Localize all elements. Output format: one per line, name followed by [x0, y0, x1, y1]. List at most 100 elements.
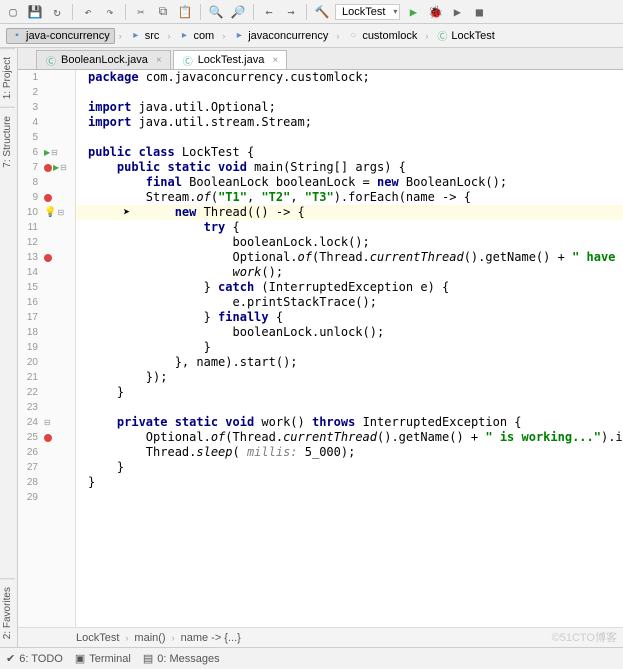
replace-icon[interactable]: 🔎	[229, 3, 247, 21]
gutter-line[interactable]: 29	[18, 490, 75, 505]
gutter-line[interactable]: 21	[18, 370, 75, 385]
fold-icon[interactable]: ⊟	[57, 208, 64, 217]
terminal-tool[interactable]: ▣Terminal	[75, 652, 131, 665]
gutter-line[interactable]: 3	[18, 100, 75, 115]
code-line[interactable]: }	[76, 460, 623, 475]
run-icon[interactable]: ▶	[404, 3, 422, 21]
breadcrumb-java-concurrency[interactable]: ▪java-concurrency	[6, 28, 115, 44]
code-line[interactable]: } catch (InterruptedException e) {	[76, 280, 623, 295]
code-line[interactable]	[76, 400, 623, 415]
find-icon[interactable]: 🔍	[207, 3, 225, 21]
side-tab-project[interactable]: 1: Project	[0, 48, 15, 107]
save-icon[interactable]: 💾	[26, 3, 44, 21]
code-line[interactable]	[76, 130, 623, 145]
forward-icon[interactable]: →	[282, 3, 300, 21]
gutter[interactable]: 123456▶⊟7▶⊟8910💡⊟11121314151617181920212…	[18, 70, 76, 627]
code-line[interactable]: e.printStackTrace();	[76, 295, 623, 310]
gutter-line[interactable]: 28	[18, 475, 75, 490]
code-line[interactable]: package com.javaconcurrency.customlock;	[76, 70, 623, 85]
run-gutter-icon[interactable]: ▶	[53, 163, 59, 172]
redo-icon[interactable]: ↷	[101, 3, 119, 21]
gutter-line[interactable]: 22	[18, 385, 75, 400]
code-line[interactable]: public class LockTest {	[76, 145, 623, 160]
gutter-line[interactable]: 11	[18, 220, 75, 235]
code-line[interactable]: } finally {	[76, 310, 623, 325]
crumb-method[interactable]: main()	[134, 632, 165, 644]
breadcrumb-locktest[interactable]: ⒸLockTest	[432, 29, 498, 43]
code-line[interactable]: }	[76, 385, 623, 400]
gutter-line[interactable]: 25	[18, 430, 75, 445]
breadcrumb-com[interactable]: ▸com	[174, 29, 218, 43]
code-line[interactable]: Thread.sleep( millis: 5_000);	[76, 445, 623, 460]
code-line[interactable]: public static void main(String[] args) {	[76, 160, 623, 175]
code-line[interactable]: booleanLock.unlock();	[76, 325, 623, 340]
gutter-line[interactable]: 16	[18, 295, 75, 310]
copy-icon[interactable]: ⧉	[154, 3, 172, 21]
paste-icon[interactable]: 📋	[176, 3, 194, 21]
close-icon[interactable]: ×	[272, 55, 278, 66]
gutter-line[interactable]: 18	[18, 325, 75, 340]
code-line[interactable]: private static void work() throws Interr…	[76, 415, 623, 430]
debug-icon[interactable]: 🐞	[426, 3, 444, 21]
gutter-line[interactable]: 8	[18, 175, 75, 190]
gutter-line[interactable]: 13	[18, 250, 75, 265]
gutter-line[interactable]: 27	[18, 460, 75, 475]
code-line[interactable]: new Thread(() -> {	[76, 205, 623, 220]
gutter-line[interactable]: 7▶⊟	[18, 160, 75, 175]
crumb-class[interactable]: LockTest	[76, 632, 119, 644]
gutter-line[interactable]: 17	[18, 310, 75, 325]
code-line[interactable]: work();	[76, 265, 623, 280]
code-line[interactable]: Optional.of(Thread.currentThread().getNa…	[76, 430, 623, 445]
editor-tab-locktest-java[interactable]: ⒸLockTest.java×	[173, 50, 288, 69]
gutter-line[interactable]: 4	[18, 115, 75, 130]
breakpoint-icon[interactable]	[44, 254, 52, 262]
code-line[interactable]: });	[76, 370, 623, 385]
breakpoint-icon[interactable]	[44, 164, 52, 172]
side-tab-favorites[interactable]: 2: Favorites	[0, 578, 15, 647]
run-config-selector[interactable]: LockTest	[335, 4, 400, 20]
code-line[interactable]: }	[76, 475, 623, 490]
gutter-line[interactable]: 24⊟	[18, 415, 75, 430]
gutter-line[interactable]: 1	[18, 70, 75, 85]
code-line[interactable]	[76, 490, 623, 505]
gutter-line[interactable]: 6▶⊟	[18, 145, 75, 160]
gutter-line[interactable]: 26	[18, 445, 75, 460]
close-icon[interactable]: ×	[156, 55, 162, 66]
breadcrumb-javaconcurrency[interactable]: ▸javaconcurrency	[229, 29, 332, 43]
code-line[interactable]: import java.util.Optional;	[76, 100, 623, 115]
bulb-icon[interactable]: 💡	[44, 207, 56, 218]
code-line[interactable]: Stream.of("T1", "T2", "T3").forEach(name…	[76, 190, 623, 205]
breadcrumb-src[interactable]: ▸src	[126, 29, 164, 43]
side-tab-structure[interactable]: 7: Structure	[0, 107, 15, 176]
code-line[interactable]: booleanLock.lock();	[76, 235, 623, 250]
editor-tab-booleanlock-java[interactable]: ⒸBooleanLock.java×	[36, 50, 171, 69]
gutter-line[interactable]: 2	[18, 85, 75, 100]
code-line[interactable]: try {	[76, 220, 623, 235]
messages-tool[interactable]: ▤0: Messages	[143, 652, 220, 665]
code-line[interactable]: final BooleanLock booleanLock = new Bool…	[76, 175, 623, 190]
gutter-line[interactable]: 23	[18, 400, 75, 415]
gutter-line[interactable]: 12	[18, 235, 75, 250]
code-line[interactable]: }, name).start();	[76, 355, 623, 370]
code-line[interactable]: import java.util.stream.Stream;	[76, 115, 623, 130]
breadcrumb-customlock[interactable]: ○customlock	[343, 29, 421, 43]
fold-icon[interactable]: ⊟	[51, 148, 58, 157]
gutter-line[interactable]: 14	[18, 265, 75, 280]
crumb-lambda[interactable]: name -> {...}	[181, 632, 241, 644]
undo-icon[interactable]: ↶	[79, 3, 97, 21]
back-icon[interactable]: ←	[260, 3, 278, 21]
coverage-icon[interactable]: ▶	[448, 3, 466, 21]
breakpoint-icon[interactable]	[44, 194, 52, 202]
todo-tool[interactable]: ✔6: TODO	[6, 652, 63, 665]
gutter-line[interactable]: 15	[18, 280, 75, 295]
cut-icon[interactable]: ✂	[132, 3, 150, 21]
gutter-line[interactable]: 19	[18, 340, 75, 355]
breakpoint-icon[interactable]	[44, 434, 52, 442]
code-line[interactable]: Optional.of(Thread.currentThread().getNa…	[76, 250, 623, 265]
refresh-icon[interactable]: ↻	[48, 3, 66, 21]
gutter-line[interactable]: 5	[18, 130, 75, 145]
open-icon[interactable]: ▢	[4, 3, 22, 21]
gutter-line[interactable]: 10💡⊟	[18, 205, 75, 220]
gutter-line[interactable]: 20	[18, 355, 75, 370]
code-line[interactable]	[76, 85, 623, 100]
